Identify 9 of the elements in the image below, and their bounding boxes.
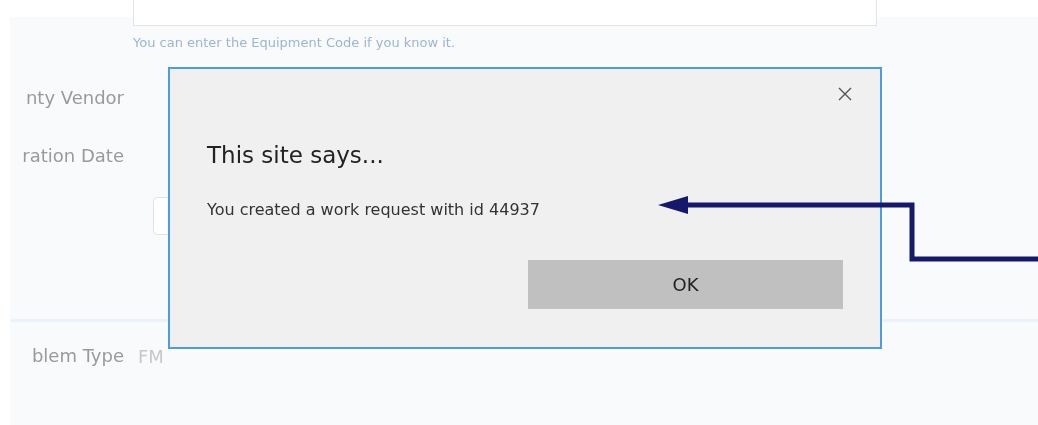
field-label: ration Date (21, 144, 124, 168)
help-text: You can enter the Equipment Code if you know it. (133, 34, 457, 52)
field-label: nty Vendor (24, 86, 124, 110)
field-label: blem Type (30, 344, 124, 368)
close-icon[interactable] (837, 86, 853, 102)
ok-button[interactable]: OK (528, 260, 843, 309)
dialog-message: You created a work request with id 44937 (207, 199, 540, 221)
dialog-title: This site says... (207, 141, 384, 170)
input-field[interactable] (133, 0, 877, 26)
